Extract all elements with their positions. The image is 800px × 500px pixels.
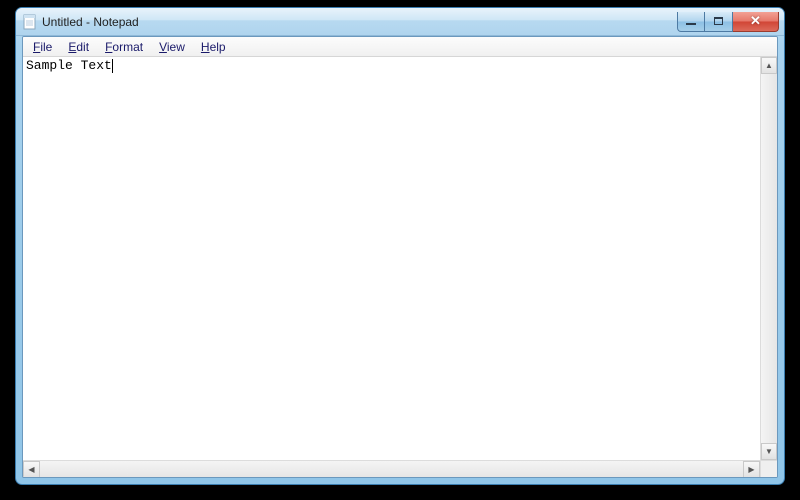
chevron-up-icon: ▲ (765, 62, 773, 70)
scroll-right-button[interactable]: ▶ (743, 461, 760, 478)
content-area: Sample Text ▲ ▼ ◀ ▶ (23, 57, 777, 477)
close-icon: ✕ (750, 13, 761, 29)
horizontal-scroll-track[interactable] (40, 461, 743, 477)
maximize-icon (714, 17, 723, 25)
client-area: File Edit Format View Help Sample Text ▲… (22, 36, 778, 478)
notepad-icon (22, 14, 38, 30)
text-editor[interactable]: Sample Text (23, 57, 760, 460)
minimize-button[interactable] (677, 12, 705, 32)
notepad-window: Untitled - Notepad ✕ File Edit Format Vi… (15, 7, 785, 485)
vertical-scrollbar[interactable]: ▲ ▼ (760, 57, 777, 460)
scroll-down-button[interactable]: ▼ (761, 443, 777, 460)
menu-file[interactable]: File (25, 38, 60, 56)
scroll-up-button[interactable]: ▲ (761, 57, 777, 74)
text-caret (112, 59, 113, 73)
scrollbar-corner (760, 460, 777, 477)
menu-edit[interactable]: Edit (60, 38, 97, 56)
menu-help[interactable]: Help (193, 38, 234, 56)
vertical-scroll-track[interactable] (761, 74, 777, 443)
chevron-down-icon: ▼ (765, 448, 773, 456)
chevron-right-icon: ▶ (748, 466, 754, 474)
titlebar[interactable]: Untitled - Notepad ✕ (16, 8, 784, 36)
menu-view[interactable]: View (151, 38, 193, 56)
window-title: Untitled - Notepad (42, 15, 677, 29)
chevron-left-icon: ◀ (28, 466, 34, 474)
menubar: File Edit Format View Help (23, 37, 777, 57)
minimize-icon (686, 22, 696, 25)
close-button[interactable]: ✕ (733, 12, 779, 32)
window-controls: ✕ (677, 12, 779, 32)
scroll-left-button[interactable]: ◀ (23, 461, 40, 478)
horizontal-scrollbar[interactable]: ◀ ▶ (23, 460, 760, 477)
maximize-button[interactable] (705, 12, 733, 32)
menu-format[interactable]: Format (97, 38, 151, 56)
editor-text: Sample Text (26, 58, 112, 73)
